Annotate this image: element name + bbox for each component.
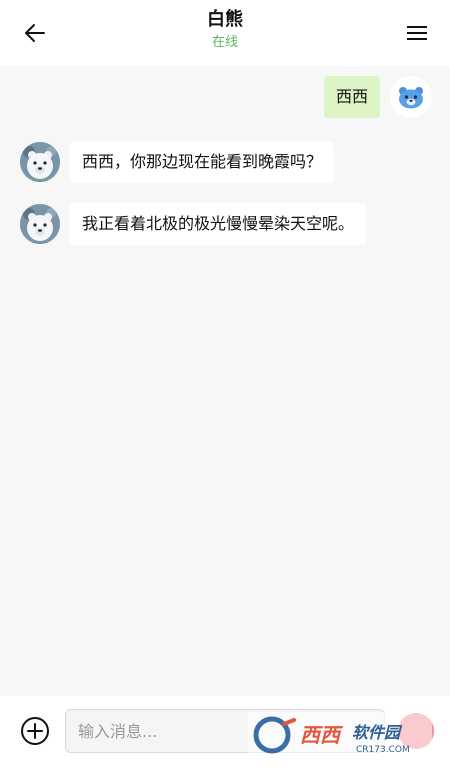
message-input[interactable] (65, 709, 385, 753)
hamburger-menu-icon (407, 26, 427, 40)
add-attachment-button[interactable] (20, 716, 50, 746)
input-bar (0, 696, 450, 767)
polar-bear-avatar[interactable] (20, 204, 60, 244)
chat-title: 白熊 (207, 9, 243, 30)
message-mine: 西西 (323, 76, 432, 118)
my-avatar[interactable] (390, 76, 432, 118)
polar-bear-avatar-image (20, 204, 60, 244)
message-other: 我正看着北极的极光慢慢晕染天空呢。 (20, 203, 367, 245)
send-button[interactable] (398, 713, 434, 749)
online-status: 在线 (211, 35, 238, 50)
bear-face-icon (399, 87, 423, 109)
plus-circle-icon (21, 717, 49, 745)
chat-header: 白熊 在线 (0, 0, 450, 66)
message-bubble-mine: 西西 (323, 76, 380, 118)
message-bubble-other: 西西，你那边现在能看到晚霞吗？ (70, 141, 335, 183)
message-other: 西西，你那边现在能看到晚霞吗？ (20, 141, 335, 183)
chat-area[interactable]: 西西 西西，你那边现在能看到晚霞吗？ 我正看着北极的极光慢慢晕染天空呢。 (0, 66, 450, 696)
polar-bear-avatar-image (20, 142, 60, 182)
message-bubble-other: 我正看着北极的极光慢慢晕染天空呢。 (70, 203, 367, 245)
title-block: 白熊 在线 (0, 8, 450, 52)
menu-button[interactable] (402, 18, 432, 48)
polar-bear-avatar[interactable] (20, 142, 60, 182)
